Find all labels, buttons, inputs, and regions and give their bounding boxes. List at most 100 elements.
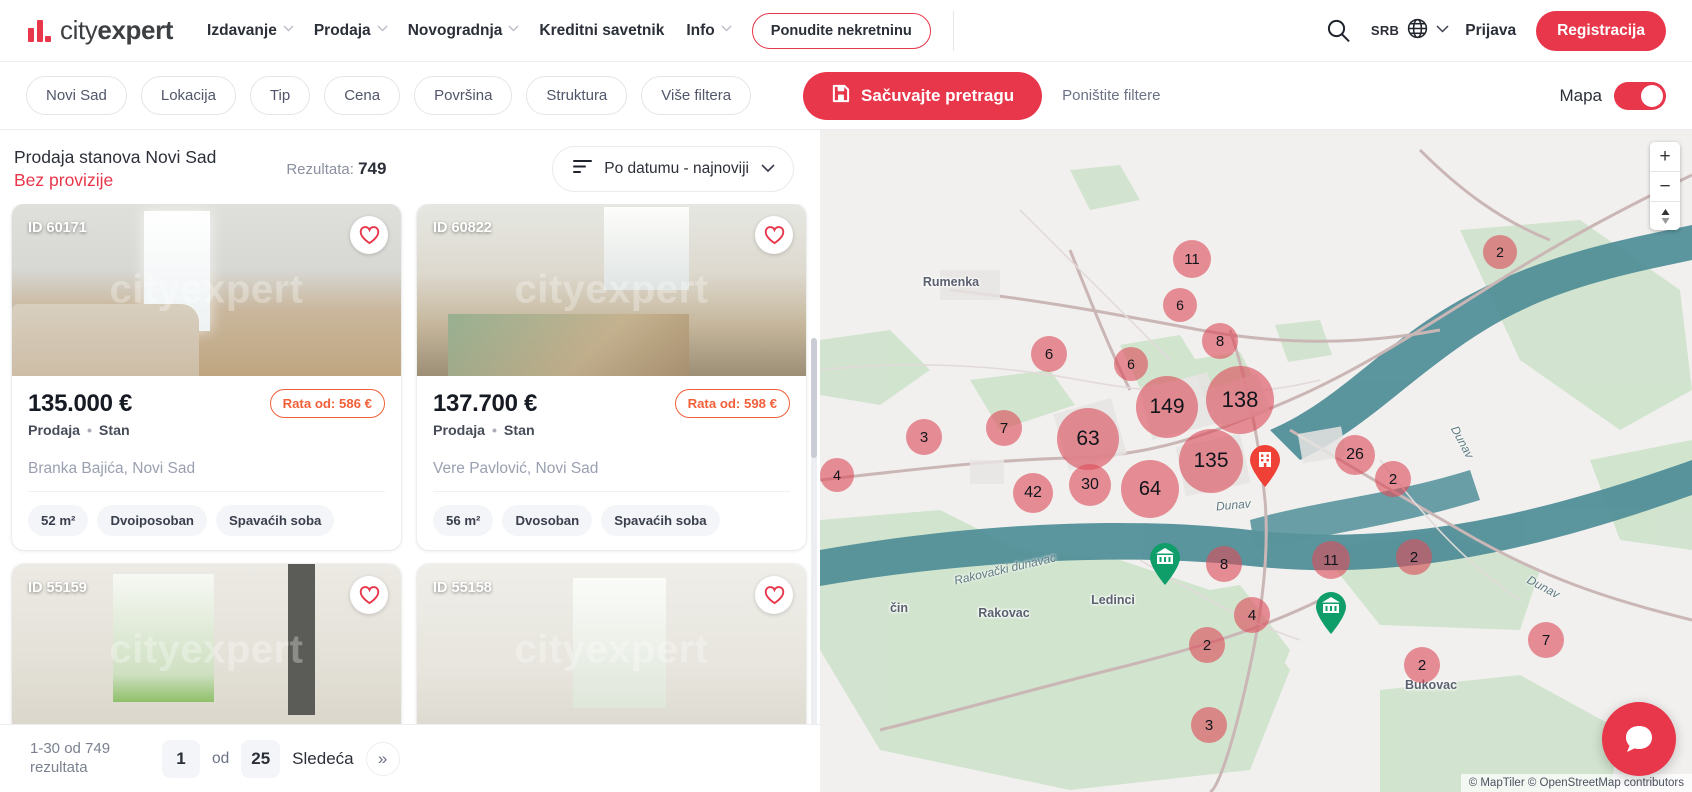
- map-cluster-marker[interactable]: 6: [1031, 336, 1067, 372]
- map-cluster-marker[interactable]: 4: [1234, 597, 1270, 633]
- register-button[interactable]: Registracija: [1536, 10, 1666, 51]
- filter-chip-lokacija[interactable]: Lokacija: [140, 76, 236, 115]
- results-header: Prodaja stanova Novi Sad Bez provizije R…: [0, 130, 820, 204]
- listings-scrollbar[interactable]: [811, 338, 817, 790]
- map-cluster-marker[interactable]: 8: [1202, 323, 1238, 359]
- filter-chip-povrsina[interactable]: Površina: [414, 76, 513, 115]
- sort-dropdown[interactable]: Po datumu - najnoviji: [552, 146, 794, 192]
- map-cluster-marker[interactable]: 2: [1483, 235, 1517, 269]
- map-cluster-marker[interactable]: 11: [1173, 240, 1211, 278]
- zoom-out-button[interactable]: −: [1650, 172, 1680, 202]
- museum-pin-icon[interactable]: [1148, 542, 1182, 586]
- nav-label: Prodaja: [313, 21, 371, 39]
- tag-structure: Dvosoban: [502, 505, 593, 536]
- map-cluster-marker[interactable]: 7: [986, 410, 1022, 446]
- listing-meta: Prodaja • Stan: [433, 423, 790, 439]
- next-page-arrow-icon[interactable]: »: [365, 741, 400, 776]
- map-cluster-marker[interactable]: 4: [820, 458, 854, 492]
- listing-address: Vere Pavlović, Novi Sad: [433, 460, 599, 477]
- chat-bubble-icon[interactable]: [1602, 702, 1676, 776]
- map-cluster-marker[interactable]: 138: [1206, 366, 1274, 434]
- site-header: cityexpert Izdavanje Prodaja Novogradnja: [0, 0, 1692, 62]
- nav-item-prodaja[interactable]: Prodaja: [313, 21, 388, 40]
- results-count-value: 749: [358, 159, 387, 178]
- login-link[interactable]: Prijava: [1465, 22, 1516, 40]
- map-cluster-marker[interactable]: 149: [1136, 376, 1198, 438]
- save-search-button[interactable]: Sačuvajte pretragu: [803, 71, 1043, 120]
- favorite-heart-icon[interactable]: [350, 216, 388, 254]
- results-count-label: Rezultata:: [286, 161, 354, 178]
- map-cluster-marker[interactable]: 42: [1013, 473, 1053, 513]
- offer-property-button[interactable]: Ponudite nekretninu: [751, 12, 931, 49]
- listing-meta: Prodaja • Stan: [28, 423, 385, 439]
- map-cluster-marker[interactable]: 26: [1335, 435, 1375, 475]
- tag-structure: Dvoiposoban: [97, 505, 207, 536]
- map-cluster-marker[interactable]: 2: [1404, 647, 1440, 683]
- map-cluster-marker[interactable]: 64: [1121, 460, 1179, 518]
- header-actions: SRB Prijava Registracija: [1326, 10, 1666, 51]
- total-pages[interactable]: 25: [241, 739, 281, 778]
- map-cluster-marker[interactable]: 7: [1528, 622, 1564, 658]
- listing-photo[interactable]: cityexpert ID 60822: [417, 204, 806, 376]
- map-cluster-marker[interactable]: 2: [1189, 627, 1225, 663]
- map-cluster-marker[interactable]: 6: [1114, 347, 1148, 381]
- sort-lines-icon: [573, 159, 593, 179]
- map-cluster-marker[interactable]: 11: [1312, 541, 1350, 579]
- map-cluster-marker[interactable]: 3: [1191, 707, 1227, 743]
- scrollbar-thumb[interactable]: [811, 338, 817, 458]
- current-page-input[interactable]: 1: [162, 739, 200, 778]
- pagination-range: 1-30 od 749 rezultata: [30, 739, 111, 776]
- map-cluster-marker[interactable]: 3: [906, 419, 942, 455]
- compass-icon[interactable]: [1650, 202, 1680, 230]
- listing-id-badge: ID 60171: [28, 220, 87, 236]
- listing-id-badge: ID 55159: [28, 580, 87, 596]
- listing-card[interactable]: cityexpert ID 60822 137.700 € Rata od: 5…: [417, 204, 806, 550]
- listing-id-badge: ID 60822: [433, 220, 492, 236]
- listing-photo[interactable]: cityexpert ID 60171: [12, 204, 401, 376]
- map-cluster-marker[interactable]: 2: [1396, 539, 1432, 575]
- divider: [28, 491, 385, 492]
- next-page-link[interactable]: Sledeća: [292, 749, 353, 769]
- listing-photo[interactable]: cityexpert ID 55159: [12, 564, 401, 736]
- brand-wordmark: cityexpert: [60, 15, 173, 46]
- nav-item-info[interactable]: Info: [686, 21, 732, 40]
- map-cluster-marker[interactable]: 135: [1179, 429, 1243, 493]
- clear-filters-link[interactable]: Poništite filtere: [1062, 87, 1160, 104]
- map-cluster-marker[interactable]: 6: [1163, 288, 1197, 322]
- listing-card[interactable]: cityexpert ID 60171 135.000 € Rata od: 5…: [12, 204, 401, 550]
- map-cluster-marker[interactable]: 8: [1206, 546, 1242, 582]
- save-search-label: Sačuvajte pretragu: [861, 85, 1015, 105]
- language-selector[interactable]: SRB: [1371, 17, 1449, 45]
- filter-chip-vise-filtera[interactable]: Više filtera: [641, 76, 752, 115]
- listings-panel: Prodaja stanova Novi Sad Bez provizije R…: [0, 130, 820, 792]
- filter-chip-struktura[interactable]: Struktura: [526, 76, 628, 115]
- map-cluster-marker[interactable]: 63: [1057, 408, 1119, 470]
- zoom-in-button[interactable]: +: [1650, 142, 1680, 172]
- filter-chip-tip[interactable]: Tip: [249, 76, 311, 115]
- listing-price: 135.000 €: [28, 389, 133, 417]
- results-titles: Prodaja stanova Novi Sad Bez provizije: [14, 147, 216, 191]
- nav-label: Info: [686, 21, 715, 39]
- filter-chip-novi-sad[interactable]: Novi Sad: [26, 76, 127, 115]
- listing-photo[interactable]: cityexpert ID 55158: [417, 564, 806, 736]
- map-panel[interactable]: Rumenka Rakovac Ledinci čin Bukovac Duna…: [820, 130, 1692, 792]
- brand-logo[interactable]: cityexpert: [28, 15, 173, 46]
- chevron-down-icon: [377, 25, 388, 34]
- museum-pin-icon[interactable]: [1314, 591, 1348, 635]
- building-pin-icon[interactable]: [1248, 444, 1282, 488]
- listing-info: 135.000 € Rata od: 586 € Prodaja • Stan …: [12, 376, 401, 550]
- listing-price: 137.700 €: [433, 389, 538, 417]
- listings-scroll-area[interactable]: cityexpert ID 60171 135.000 € Rata od: 5…: [0, 204, 820, 792]
- map-cluster-marker[interactable]: 30: [1069, 464, 1111, 506]
- map-cluster-marker[interactable]: 2: [1375, 461, 1411, 497]
- map-toggle-switch[interactable]: [1614, 81, 1666, 110]
- search-icon[interactable]: [1326, 18, 1351, 43]
- filter-chip-cena[interactable]: Cena: [324, 76, 401, 115]
- favorite-heart-icon[interactable]: [755, 576, 793, 614]
- nav-item-kreditni-savetnik[interactable]: Kreditni savetnik: [539, 22, 664, 40]
- favorite-heart-icon[interactable]: [755, 216, 793, 254]
- nav-item-novogradnja[interactable]: Novogradnja: [408, 22, 519, 40]
- main-nav: Izdavanje Prodaja Novogradnja Kreditni s…: [207, 21, 732, 40]
- nav-item-izdavanje[interactable]: Izdavanje: [207, 22, 294, 40]
- favorite-heart-icon[interactable]: [350, 576, 388, 614]
